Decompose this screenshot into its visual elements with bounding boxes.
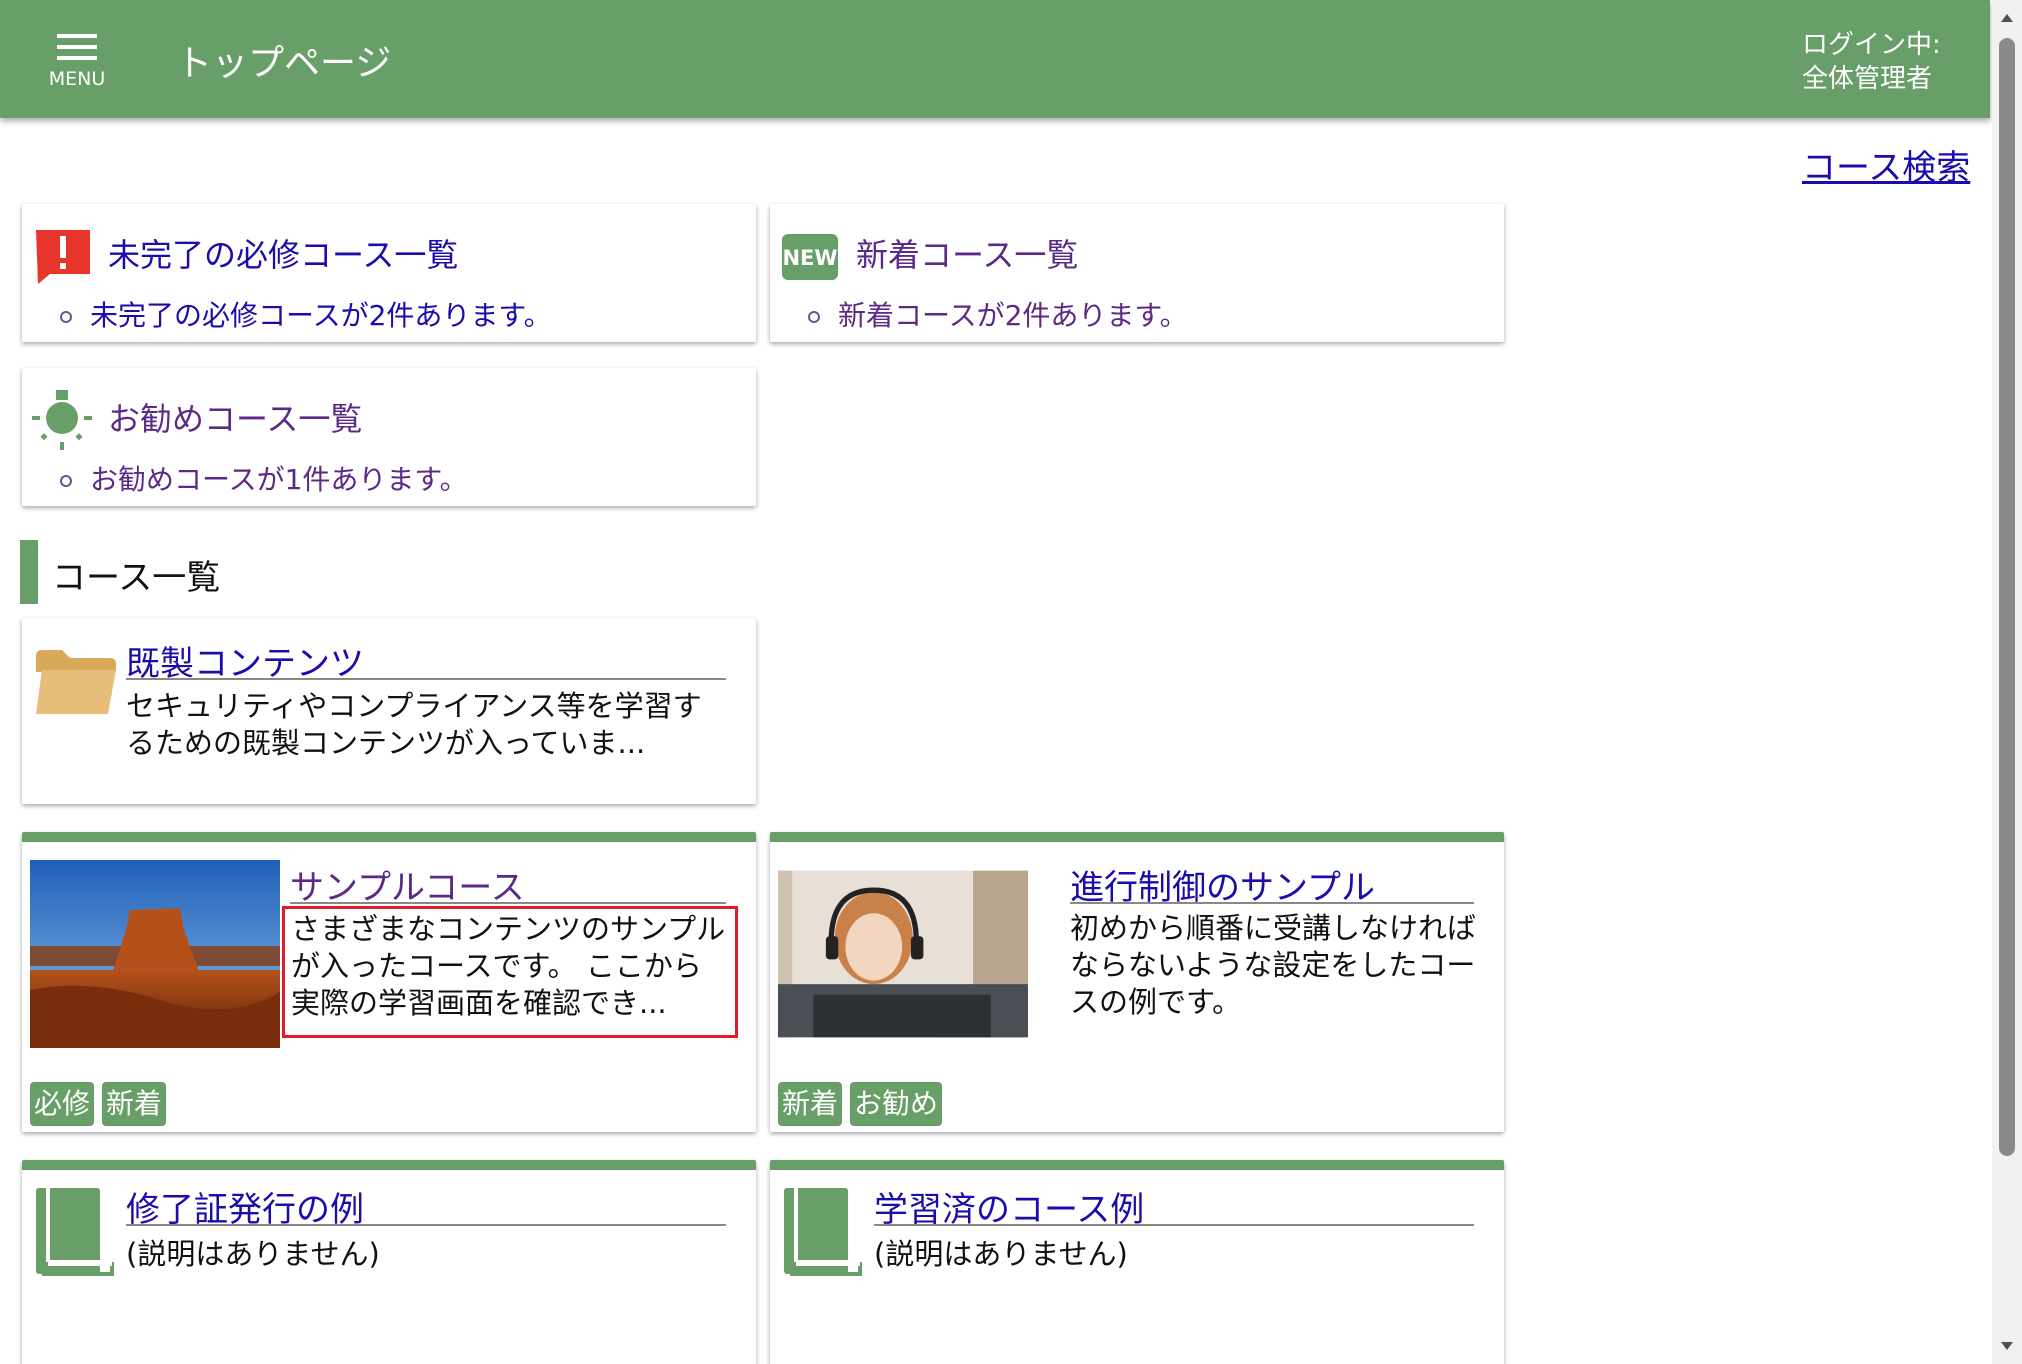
scroll-thumb[interactable] [1999,38,2015,1156]
course-list-heading-text: コース一覧 [52,558,221,598]
required-tag: 必修 [30,1082,95,1126]
course-description: (説明はありません) [126,1237,380,1271]
login-info: ログイン中: 全体管理者 [1802,28,1941,96]
new-tag: 新着 [778,1082,843,1126]
book-icon [784,1188,862,1276]
required-incomplete-title[interactable]: 未完了の必修コース一覧 [108,230,458,276]
new-courses-item[interactable]: 新着コースが2件あります。 [808,294,1188,334]
folder-icon [36,650,116,714]
login-user: 全体管理者 [1802,64,1933,94]
bullet-icon [60,311,72,323]
course-tags: 必修 新着 [30,1082,167,1126]
recommended-courses-card: お勧めコース一覧 お勧めコースが1件あります。 [22,368,756,506]
recommended-courses-item[interactable]: お勧めコースが1件あります。 [60,458,468,498]
book-icon [36,1188,114,1276]
course-description: (説明はありません) [874,1237,1128,1271]
alert-icon [36,230,90,284]
course-tags: 新着 お勧め [778,1082,943,1126]
lightbulb-icon [32,390,92,450]
menu-button[interactable]: MENU [40,34,114,98]
login-status: ログイン中: [1802,30,1941,60]
required-incomplete-item[interactable]: 未完了の必修コースが2件あります。 [60,294,552,334]
recommended-tag: お勧め [850,1082,943,1126]
hamburger-icon [57,34,97,62]
menu-label: MENU [48,68,106,90]
page-title: トップページ [176,43,392,84]
course-description: 初めから順番に受講しなければならないような設定をしたコースの例です。 [1070,911,1477,1019]
bullet-icon [60,475,72,487]
desert-mesa-image [30,860,280,1048]
scroll-down-arrow-icon[interactable] [1992,1334,2022,1358]
new-icon: NEW [782,234,838,280]
course-card-certificate[interactable]: 修了証発行の例 (説明はありません) [22,1160,756,1364]
recommended-courses-title[interactable]: お勧めコース一覧 [108,394,362,440]
course-description: さまざまなコンテンツのサンプルが入ったコースです。 ここから実際の学習画面を確認… [282,906,738,1038]
course-card-folder[interactable]: 既製コンテンツ セキュリティやコンプライアンス等を学習するための既製コンテンツが… [22,618,756,804]
required-incomplete-card: 未完了の必修コース一覧 未完了の必修コースが2件あります。 [22,204,756,342]
new-courses-title[interactable]: 新着コース一覧 [856,230,1078,276]
course-card-sample[interactable]: サンプルコース さまざまなコンテンツのサンプルが入ったコースです。 ここから実際… [22,832,756,1132]
bullet-icon [808,311,820,323]
headset-woman-image [778,870,1028,1038]
scroll-up-arrow-icon[interactable] [1992,6,2022,30]
new-tag: 新着 [102,1082,167,1126]
course-description: セキュリティやコンプライアンス等を学習するための既製コンテンツが入っていま... [126,689,702,760]
course-search-link[interactable]: コース検索 [1802,140,1970,189]
course-card-completed[interactable]: 学習済のコース例 (説明はありません) [770,1160,1504,1364]
new-icon-text: NEW [782,246,837,270]
vertical-scrollbar[interactable] [1992,0,2022,1364]
new-courses-card: NEW 新着コース一覧 新着コースが2件あります。 [770,204,1504,342]
app-header: MENU トップページ ログイン中: 全体管理者 [0,0,1990,118]
course-card-progress-control[interactable]: 進行制御のサンプル 初めから順番に受講しなければならないような設定をしたコースの… [770,832,1504,1132]
